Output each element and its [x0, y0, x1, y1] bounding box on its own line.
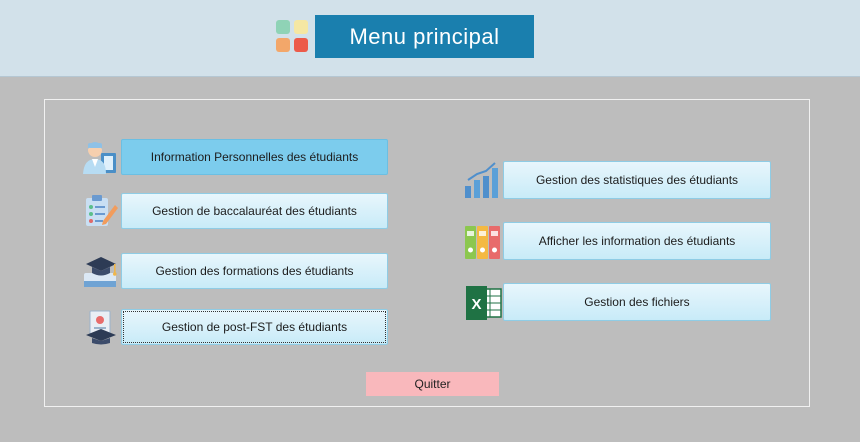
binders-icon: [465, 226, 500, 259]
logo-square-green: [276, 20, 290, 34]
baccalaureat-label: Gestion de baccalauréat des étudiants: [152, 204, 357, 218]
post-fst-button[interactable]: Gestion de post-FST des étudiants: [121, 309, 388, 345]
display-info-label: Afficher les information des étudiants: [538, 234, 736, 248]
baccalaureat-button[interactable]: Gestion de baccalauréat des étudiants: [121, 193, 388, 229]
page-title: Menu principal: [315, 15, 534, 58]
student-profile-icon: [83, 142, 116, 174]
statistics-button[interactable]: Gestion des statistiques des étudiants: [503, 161, 771, 199]
checklist-icon: [86, 195, 118, 226]
files-label: Gestion des fichiers: [584, 295, 690, 309]
diploma-icon: [86, 310, 116, 345]
student-info-button[interactable]: Information Personnelles des étudiants: [121, 139, 388, 175]
quit-label: Quitter: [414, 377, 451, 391]
logo-square-yellow: [294, 20, 308, 34]
graduation-cap-icon: [84, 257, 117, 287]
logo-square-orange: [276, 38, 290, 52]
app-logo-icon: [276, 20, 310, 54]
bar-chart-icon: [465, 162, 498, 198]
statistics-label: Gestion des statistiques des étudiants: [535, 173, 739, 187]
files-button[interactable]: Gestion des fichiers: [503, 283, 771, 321]
display-info-button[interactable]: Afficher les information des étudiants: [503, 222, 771, 260]
logo-square-red: [294, 38, 308, 52]
excel-icon: X: [466, 286, 502, 320]
student-info-label: Information Personnelles des étudiants: [150, 150, 359, 164]
quit-button[interactable]: Quitter: [366, 372, 499, 396]
formations-label: Gestion des formations des étudiants: [155, 264, 354, 278]
formations-button[interactable]: Gestion des formations des étudiants: [121, 253, 388, 289]
svg-text:X: X: [471, 296, 481, 313]
header-bar: Menu principal: [0, 0, 860, 77]
post-fst-label: Gestion de post-FST des étudiants: [161, 320, 348, 334]
